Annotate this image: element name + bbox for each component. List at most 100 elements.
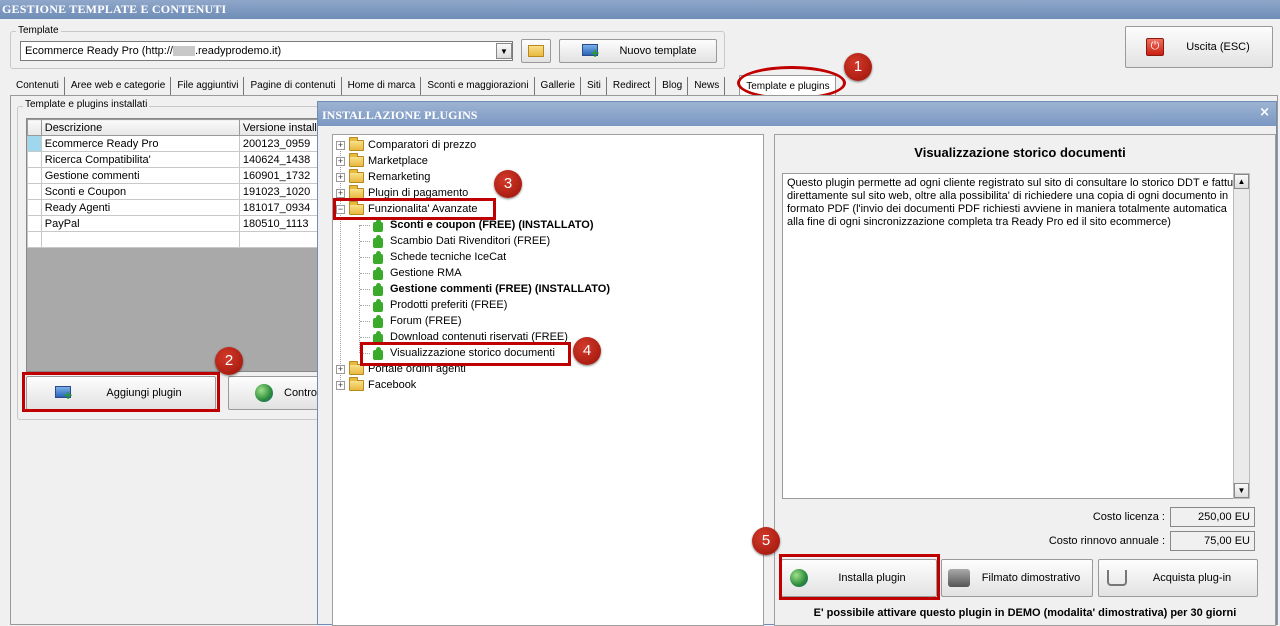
new-template-label: Nuovo template xyxy=(619,45,697,57)
exit-label: Uscita (ESC) xyxy=(1186,41,1250,53)
tab-blog[interactable]: Blog xyxy=(656,77,689,95)
row-indicator xyxy=(27,167,42,184)
column-header-versione[interactable]: Versione installa xyxy=(238,119,318,136)
cell-versione: 191023_1020 xyxy=(238,183,318,200)
cell-descrizione: Ricerca Compatibilita' xyxy=(40,151,240,168)
puzzle-icon xyxy=(371,234,384,248)
renewal-cost-value: 75,00 EU xyxy=(1170,531,1255,551)
add-computer-icon xyxy=(582,44,600,59)
buy-plugin-button[interactable]: Acquista plug-in xyxy=(1098,559,1258,597)
scroll-down-icon[interactable]: ▼ xyxy=(1234,483,1249,498)
browse-folder-button[interactable] xyxy=(521,39,551,63)
control-label: Contro xyxy=(284,387,318,399)
expand-icon[interactable]: + xyxy=(336,140,345,150)
tree-plugin-item[interactable]: Scambio Dati Rivenditori (FREE) xyxy=(371,233,550,249)
step-badge: 3 xyxy=(494,170,522,198)
step-badge: 5 xyxy=(752,527,780,555)
tree-plugin-item[interactable]: Gestione RMA xyxy=(371,265,462,281)
folder-icon xyxy=(349,376,364,391)
puzzle-icon xyxy=(371,314,384,328)
redacted-mark xyxy=(172,46,195,57)
dialog-titlebar: INSTALLAZIONE PLUGINS × xyxy=(318,102,1276,126)
plugin-detail-title: Visualizzazione storico documenti xyxy=(914,145,1126,160)
tab-siti[interactable]: Siti xyxy=(581,77,607,95)
plugin-name: Scambio Dati Rivenditori (FREE) xyxy=(390,235,551,247)
tree-guide xyxy=(360,273,370,274)
tree-guide xyxy=(360,257,370,258)
cell-versione: 181017_0934 xyxy=(238,199,318,216)
expand-icon[interactable]: + xyxy=(336,172,345,182)
tab-news[interactable]: News xyxy=(688,77,726,95)
puzzle-icon xyxy=(371,266,384,280)
tab-pagine-contenuti[interactable]: Pagine di contenuti xyxy=(244,77,342,95)
table-row[interactable]: Ecommerce Ready Pro 200123_0959 xyxy=(27,135,318,152)
table-row[interactable]: Ricerca Compatibilita' 140624_1438 xyxy=(27,151,318,168)
demo-video-button[interactable]: Filmato dimostrativo xyxy=(941,559,1093,597)
tree-guide xyxy=(360,321,370,322)
expand-icon[interactable]: + xyxy=(336,380,345,390)
template-label: Template xyxy=(16,25,61,36)
tree-plugin-item[interactable]: Schede tecniche IceCat xyxy=(371,249,506,265)
tree-folder[interactable]: + Facebook xyxy=(336,376,416,393)
tab-aree-web[interactable]: Aree web e categorie xyxy=(65,77,172,95)
install-plugins-dialog: INSTALLAZIONE PLUGINS × + Comparatori di … xyxy=(317,101,1277,626)
dialog-close-icon[interactable]: × xyxy=(1259,105,1270,120)
tab-sconti[interactable]: Sconti e maggiorazioni xyxy=(421,77,535,95)
plugin-name: Sconti e coupon (FREE) (INSTALLATO) xyxy=(390,219,594,231)
plugin-tree[interactable]: + Comparatori di prezzo + Marketplace + Rem… xyxy=(332,134,764,626)
template-select[interactable]: Ecommerce Ready Pro (http:// .readyprodem… xyxy=(20,41,513,61)
tab-home-marca[interactable]: Home di marca xyxy=(342,77,422,95)
folder-icon xyxy=(349,184,364,199)
tree-folder-label: Comparatori di prezzo xyxy=(368,139,477,151)
tree-guide xyxy=(360,241,370,242)
new-template-button[interactable]: Nuovo template xyxy=(559,39,717,63)
installed-group-label: Template e plugins installati xyxy=(23,99,150,110)
expand-icon[interactable]: + xyxy=(336,156,345,166)
chevron-down-icon[interactable]: ▼ xyxy=(496,43,512,59)
tree-plugin-item[interactable]: Gestione commenti (FREE) (INSTALLATO) xyxy=(371,281,610,297)
plugin-name: Gestione commenti (FREE) (INSTALLATO) xyxy=(390,283,611,295)
table-row[interactable]: Sconti e Coupon 191023_1020 xyxy=(27,183,318,200)
tree-folder[interactable]: + Comparatori di prezzo xyxy=(336,136,477,153)
column-header-descrizione[interactable]: Descrizione xyxy=(40,119,240,136)
annotation-box xyxy=(779,554,940,600)
plugin-name: Gestione RMA xyxy=(390,267,462,279)
tab-file-aggiuntivi[interactable]: File aggiuntivi xyxy=(171,77,245,95)
window-titlebar: GESTIONE TEMPLATE E CONTENUTI xyxy=(0,0,1280,19)
cell-descrizione: PayPal xyxy=(40,215,240,232)
plugin-description: Questo plugin permette ad ogni cliente r… xyxy=(782,173,1248,499)
step-badge: 4 xyxy=(573,337,601,365)
tree-plugin-item[interactable]: Prodotti preferiti (FREE) xyxy=(371,297,507,313)
expand-icon[interactable]: + xyxy=(336,364,345,374)
description-scrollbar[interactable]: ▲ ▼ xyxy=(1233,173,1250,499)
control-button[interactable]: Contro xyxy=(228,376,320,410)
license-cost-value: 250,00 EU xyxy=(1170,507,1255,527)
row-indicator xyxy=(27,135,42,152)
row-indicator xyxy=(27,151,42,168)
step-badge: 1 xyxy=(844,53,872,81)
exit-button[interactable]: ⏻ Uscita (ESC) xyxy=(1125,26,1273,68)
plugin-detail-panel: Visualizzazione storico documenti Questo… xyxy=(774,134,1276,626)
table-row[interactable]: Ready Agenti 181017_0934 xyxy=(27,199,318,216)
puzzle-icon xyxy=(371,298,384,312)
table-row[interactable]: PayPal 180510_1113 xyxy=(27,215,318,232)
tab-contenuti[interactable]: Contenuti xyxy=(10,77,65,95)
tree-guide xyxy=(360,289,370,290)
table-row-new[interactable] xyxy=(27,231,318,248)
tree-guide xyxy=(360,305,370,306)
tree-plugin-item[interactable]: Forum (FREE) xyxy=(371,313,462,329)
buy-plugin-label: Acquista plug-in xyxy=(1152,572,1232,584)
tab-gallerie[interactable]: Gallerie xyxy=(535,77,582,95)
globe-icon xyxy=(255,384,273,402)
tab-redirect[interactable]: Redirect xyxy=(607,77,657,95)
window-title: GESTIONE TEMPLATE E CONTENUTI xyxy=(2,2,227,16)
row-indicator xyxy=(27,231,42,248)
demo-note: E' possibile attivare questo plugin in D… xyxy=(813,607,1237,619)
table-row[interactable]: Gestione commenti 160901_1732 xyxy=(27,167,318,184)
tree-folder[interactable]: + Marketplace xyxy=(336,152,428,169)
scroll-up-icon[interactable]: ▲ xyxy=(1234,174,1249,189)
expand-icon[interactable]: + xyxy=(336,188,345,198)
row-indicator xyxy=(27,183,42,200)
tree-folder[interactable]: + Remarketing xyxy=(336,168,430,185)
cell-empty xyxy=(238,231,318,248)
